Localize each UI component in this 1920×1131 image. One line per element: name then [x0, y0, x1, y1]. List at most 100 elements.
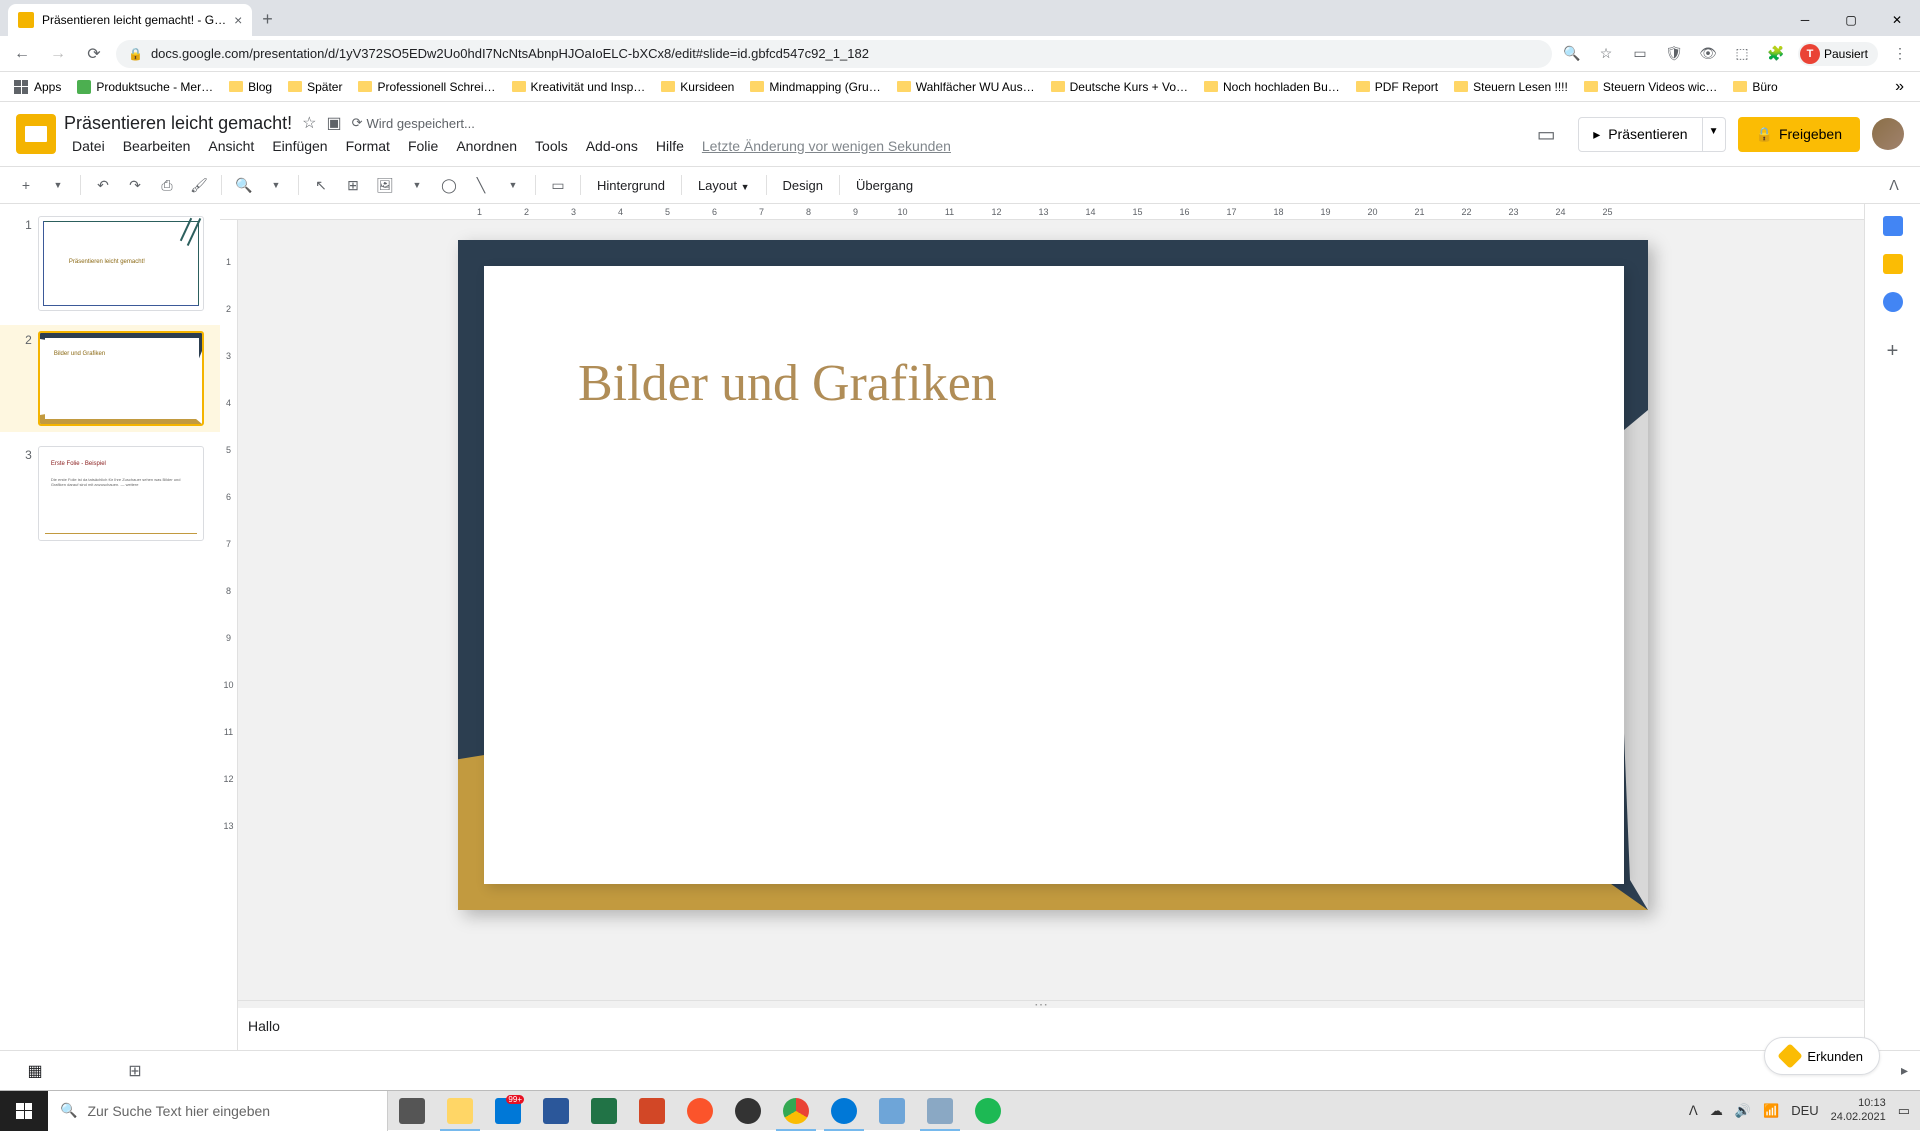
slide-title[interactable]: Bilder und Grafiken	[578, 354, 997, 413]
filmstrip-view-button[interactable]: ▦	[20, 1056, 50, 1086]
share-button[interactable]: 🔒 Freigeben	[1738, 117, 1860, 152]
star-icon[interactable]: ☆	[302, 113, 316, 133]
reload-button[interactable]: ⟳	[80, 40, 108, 68]
menu-format[interactable]: Format	[338, 136, 398, 156]
puzzle-icon[interactable]: 🧩	[1764, 42, 1788, 66]
close-tab-icon[interactable]: ×	[234, 12, 242, 28]
bookmark-item[interactable]: Kreativität und Insp…	[506, 76, 652, 98]
bookmark-item[interactable]: Deutsche Kurs + Vo…	[1045, 76, 1194, 98]
notifications-icon[interactable]: ▭	[1898, 1103, 1910, 1119]
obs-icon[interactable]	[724, 1091, 772, 1131]
menu-einfuegen[interactable]: Einfügen	[264, 136, 335, 156]
new-slide-dropdown[interactable]: ▼	[44, 171, 72, 199]
slide-thumbnail-3[interactable]: 3 Erste Folie - Beispiel Die erste Folie…	[20, 446, 204, 541]
present-button[interactable]: ▸ Präsentieren	[1578, 117, 1702, 152]
comments-button[interactable]: ▭	[1526, 114, 1566, 154]
expand-notes-icon[interactable]: ▸	[1901, 1062, 1908, 1079]
taskbar-search[interactable]: 🔍 Zur Suche Text hier eingeben	[48, 1091, 388, 1131]
chrome-icon[interactable]	[772, 1091, 820, 1131]
blocker-icon[interactable]: 🛡	[1662, 42, 1686, 66]
speaker-notes[interactable]: Hallo	[220, 1008, 1864, 1050]
browser-tab[interactable]: Präsentieren leicht gemacht! - G… ×	[8, 4, 252, 36]
undo-button[interactable]: ↶	[89, 171, 117, 199]
incognito-icon[interactable]: 👁	[1696, 42, 1720, 66]
zoom-button[interactable]: 🔍	[230, 171, 258, 199]
new-slide-button[interactable]: +	[12, 171, 40, 199]
network-icon[interactable]: 📶	[1763, 1103, 1779, 1119]
menu-addons[interactable]: Add-ons	[578, 136, 646, 156]
back-button[interactable]: ←	[8, 40, 36, 68]
grid-view-button[interactable]: ⊞	[120, 1056, 150, 1086]
close-window-button[interactable]: ✕	[1874, 4, 1920, 36]
edge-legacy-icon[interactable]: 99+	[484, 1091, 532, 1131]
menu-icon[interactable]: ⋮	[1888, 42, 1912, 66]
word-icon[interactable]	[532, 1091, 580, 1131]
menu-bearbeiten[interactable]: Bearbeiten	[115, 136, 199, 156]
image-tool[interactable]: 🖼	[371, 171, 399, 199]
paint-format-button[interactable]: 🖌	[185, 171, 213, 199]
star-icon[interactable]: ☆	[1594, 42, 1618, 66]
textbox-tool[interactable]: ⊞	[339, 171, 367, 199]
menu-folie[interactable]: Folie	[400, 136, 446, 156]
explorer-icon[interactable]	[436, 1091, 484, 1131]
line-tool[interactable]: ╲	[467, 171, 495, 199]
layout-button[interactable]: Layout ▼	[690, 178, 758, 193]
notepad-icon[interactable]	[868, 1091, 916, 1131]
print-button[interactable]: ⎙	[153, 171, 181, 199]
account-avatar[interactable]	[1872, 118, 1904, 150]
menu-ansicht[interactable]: Ansicht	[200, 136, 262, 156]
slide-thumbnail-2[interactable]: 2 Bilder und Grafiken	[0, 325, 220, 432]
profile-chip[interactable]: T Pausiert	[1798, 42, 1878, 66]
collapse-toolbar-button[interactable]: ᐱ	[1880, 171, 1908, 199]
url-input[interactable]: 🔒 docs.google.com/presentation/d/1yV372S…	[116, 40, 1552, 68]
zoom-icon[interactable]: 🔍	[1560, 42, 1584, 66]
bookmark-item[interactable]: PDF Report	[1350, 76, 1444, 98]
design-button[interactable]: Design	[775, 178, 831, 193]
brave-icon[interactable]	[676, 1091, 724, 1131]
new-tab-button[interactable]: +	[252, 3, 283, 36]
slide[interactable]: Bilder und Grafiken	[458, 240, 1648, 910]
slides-logo[interactable]	[16, 114, 56, 154]
powerpoint-icon[interactable]	[628, 1091, 676, 1131]
bookmark-item[interactable]: Blog	[223, 76, 278, 98]
image-dropdown[interactable]: ▼	[403, 171, 431, 199]
shape-tool[interactable]: ◯	[435, 171, 463, 199]
extensions-icon[interactable]: ⬚	[1730, 42, 1754, 66]
reader-icon[interactable]: ▭	[1628, 42, 1652, 66]
bookmark-item[interactable]: Kursideen	[655, 76, 740, 98]
language-indicator[interactable]: DEU	[1791, 1103, 1818, 1118]
select-tool[interactable]: ↖	[307, 171, 335, 199]
slide-canvas[interactable]: Bilder und Grafiken	[220, 220, 1864, 1000]
menu-hilfe[interactable]: Hilfe	[648, 136, 692, 156]
apps-button[interactable]: Apps	[8, 76, 67, 98]
bookmark-item[interactable]: Wahlfächer WU Aus…	[891, 76, 1041, 98]
slide-content-box[interactable]: Bilder und Grafiken	[484, 266, 1624, 884]
notes-resize-handle[interactable]	[220, 1000, 1864, 1008]
bookmark-item[interactable]: Produktsuche - Mer…	[71, 76, 219, 98]
bookmark-item[interactable]: Büro	[1727, 76, 1783, 98]
bookmark-item[interactable]: Mindmapping (Gru…	[744, 76, 886, 98]
spotify-icon[interactable]	[964, 1091, 1012, 1131]
slide-thumbnail-1[interactable]: 1 Präsentieren leicht gemacht!	[20, 216, 204, 311]
volume-icon[interactable]: 🔊	[1735, 1103, 1751, 1119]
bookmarks-overflow[interactable]: »	[1887, 78, 1912, 96]
document-title[interactable]: Präsentieren leicht gemacht!	[64, 113, 292, 134]
bookmark-item[interactable]: Steuern Lesen !!!!	[1448, 76, 1574, 98]
explore-button[interactable]: Erkunden	[1764, 1037, 1880, 1075]
notepad2-icon[interactable]	[916, 1091, 964, 1131]
bookmark-item[interactable]: Später	[282, 76, 348, 98]
bookmark-item[interactable]: Professionell Schrei…	[352, 76, 501, 98]
task-view-button[interactable]	[388, 1091, 436, 1131]
clock[interactable]: 10:13 24.02.2021	[1831, 1097, 1886, 1123]
background-button[interactable]: Hintergrund	[589, 178, 673, 193]
move-icon[interactable]: ▣	[326, 113, 341, 133]
redo-button[interactable]: ↷	[121, 171, 149, 199]
excel-icon[interactable]	[580, 1091, 628, 1131]
transition-button[interactable]: Übergang	[848, 178, 921, 193]
start-button[interactable]	[0, 1091, 48, 1131]
tasks-icon[interactable]	[1883, 292, 1903, 312]
edge-icon[interactable]	[820, 1091, 868, 1131]
horizontal-ruler[interactable]: 1 2 3 4 5 6 7 8 9 10 11 12 13 14 15 16 1…	[220, 204, 1864, 220]
zoom-dropdown[interactable]: ▼	[262, 171, 290, 199]
minimize-button[interactable]: ─	[1782, 4, 1828, 36]
